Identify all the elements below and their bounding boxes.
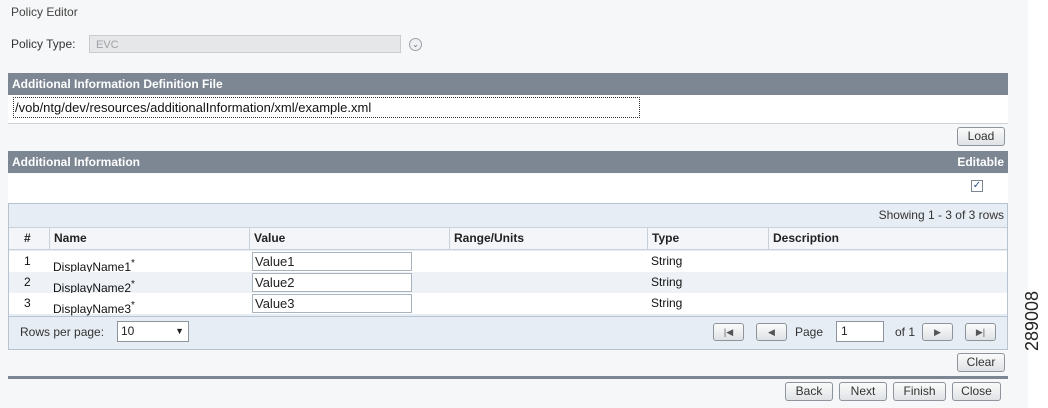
back-button[interactable]: Back — [785, 382, 833, 401]
row-value-input[interactable]: Value2 — [252, 273, 412, 292]
page-label: Page — [795, 325, 824, 339]
finish-button[interactable]: Finish — [893, 382, 946, 401]
row-value-input[interactable]: Value1 — [252, 252, 412, 271]
col-header-range-units[interactable]: Range/Units — [449, 227, 647, 250]
definition-file-header: Additional Information Definition File — [8, 73, 1008, 95]
required-marker: * — [131, 300, 135, 311]
col-header-num[interactable]: # — [20, 227, 49, 250]
dropdown-arrow-icon: ▼ — [175, 326, 184, 336]
next-page-icon[interactable]: ▶ — [922, 323, 953, 341]
editable-label: Editable — [957, 155, 1004, 169]
row-name: DisplayName1* — [53, 253, 135, 274]
clear-button[interactable]: Clear — [957, 353, 1005, 372]
col-header-value[interactable]: Value — [249, 227, 449, 250]
page-number-input[interactable]: 1 — [836, 321, 884, 342]
row-type: String — [651, 254, 683, 268]
table-row — [9, 272, 1007, 293]
footer-divider — [8, 376, 1008, 379]
figure-id: 289008 — [1022, 290, 1042, 351]
table-row — [9, 293, 1007, 314]
next-button[interactable]: Next — [839, 382, 887, 401]
policy-type-label: Policy Type: — [11, 37, 76, 51]
required-marker: * — [131, 258, 135, 269]
definition-file-path-input[interactable]: /vob/ntg/dev/resources/additionalInforma… — [13, 97, 640, 118]
editable-row — [8, 174, 1008, 203]
chevron-down-icon[interactable]: ⌄ — [409, 38, 422, 51]
close-button[interactable]: Close — [952, 382, 1001, 401]
last-page-icon[interactable]: ▶| — [965, 323, 996, 341]
row-count-text: Showing 1 - 3 of 3 rows — [878, 208, 1004, 222]
required-marker: * — [131, 279, 135, 290]
row-number: 3 — [24, 296, 31, 310]
col-header-name[interactable]: Name — [49, 227, 249, 250]
first-page-icon[interactable]: |◀ — [713, 323, 744, 341]
rows-per-page-select[interactable]: 10 ▼ — [117, 321, 189, 342]
row-number: 2 — [24, 275, 31, 289]
editable-checkbox[interactable]: ✓ — [971, 180, 983, 192]
rows-per-page-value: 10 — [121, 324, 135, 338]
row-type: String — [651, 275, 683, 289]
row-name-text: DisplayName3 — [53, 302, 132, 316]
col-header-description[interactable]: Description — [768, 227, 1007, 250]
row-number: 1 — [24, 254, 31, 268]
policy-type-select[interactable]: EVC — [89, 35, 401, 53]
previous-page-icon[interactable]: ◀ — [756, 323, 787, 341]
table-row — [9, 251, 1007, 272]
load-button[interactable]: Load — [957, 127, 1005, 146]
row-name: DisplayName3* — [53, 295, 135, 316]
rows-per-page-label: Rows per page: — [20, 325, 105, 339]
page-title: Policy Editor — [11, 5, 78, 19]
additional-info-header: Additional Information Editable — [8, 151, 1008, 173]
row-value-input[interactable]: Value3 — [252, 294, 412, 313]
page-total: of 1 — [895, 325, 916, 339]
row-type: String — [651, 296, 683, 310]
col-header-type[interactable]: Type — [647, 227, 768, 250]
additional-info-title: Additional Information — [12, 155, 140, 169]
row-name: DisplayName2* — [53, 274, 135, 295]
